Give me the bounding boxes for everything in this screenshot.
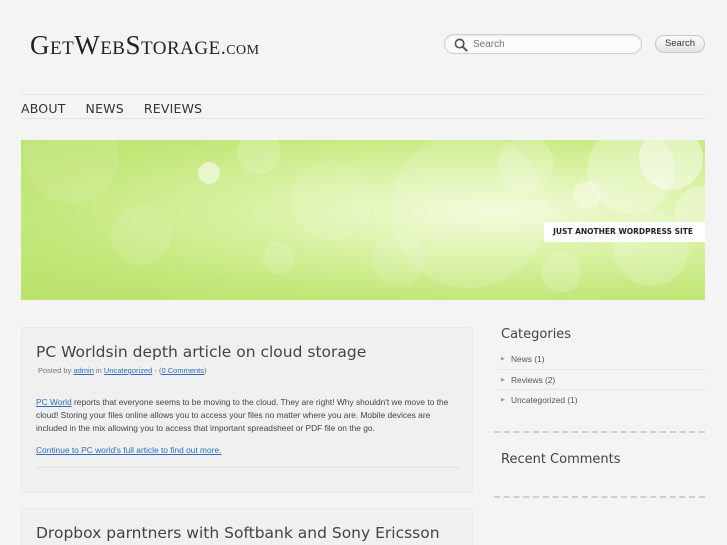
- nav-item-news[interactable]: News: [86, 101, 124, 116]
- read-more: Continue to PC world's full article to f…: [36, 445, 221, 455]
- search-icon: [454, 38, 468, 52]
- main-nav: About News Reviews: [21, 101, 202, 116]
- category-count: (2): [544, 374, 556, 385]
- nav-top-divider: [21, 94, 705, 95]
- post-meta: Posted by admin in Uncategorized - (0 Co…: [38, 366, 207, 375]
- header-banner: Just another WordPress site: [21, 140, 705, 300]
- meta-prefix: Posted by: [38, 366, 72, 375]
- category-link-news[interactable]: News: [511, 354, 532, 364]
- logo-suffix: .com: [220, 37, 260, 59]
- post-title[interactable]: PC Worldsin depth article on cloud stora…: [36, 343, 366, 361]
- post-body-text: reports that everyone seems to be moving…: [36, 397, 449, 433]
- post-excerpt: PC World reports that everyone seems to …: [36, 396, 462, 434]
- site-logo[interactable]: GetWebStorage.com: [30, 30, 260, 61]
- category-item: ▶ Reviews (2): [498, 370, 705, 390]
- search-button[interactable]: Search: [655, 35, 705, 53]
- nav-item-reviews[interactable]: Reviews: [144, 101, 202, 116]
- category-link-reviews[interactable]: Reviews: [511, 375, 543, 385]
- category-item: ▶ News (1): [498, 349, 705, 370]
- post-card: PC Worldsin depth article on cloud stora…: [21, 327, 473, 493]
- category-link-uncategorized[interactable]: Uncategorized: [511, 395, 565, 405]
- categories-heading: Categories: [501, 327, 572, 342]
- bokeh-decoration: [23, 140, 705, 292]
- logo-main: GetWebStorage: [30, 30, 221, 60]
- nav-item-about[interactable]: About: [21, 101, 66, 116]
- post-author-link[interactable]: admin: [73, 366, 93, 375]
- sidebar-divider: [494, 431, 705, 433]
- category-count: (1): [567, 395, 578, 405]
- search-input[interactable]: [473, 35, 638, 53]
- read-more-link[interactable]: Continue to PC world's full article to f…: [36, 445, 221, 455]
- recent-comments-heading: Recent Comments: [501, 452, 621, 467]
- post-card: Dropbox parntners with Softbank and Sony…: [21, 508, 473, 545]
- bullet-arrow-icon: ▶: [501, 356, 505, 362]
- site-tagline: Just another WordPress site: [544, 222, 705, 242]
- bullet-arrow-icon: ▶: [501, 397, 505, 403]
- meta-separator: -: [154, 366, 157, 375]
- comments-close: ): [204, 366, 207, 375]
- category-item: ▶ Uncategorized (1): [498, 390, 705, 411]
- sidebar-divider: [494, 496, 705, 498]
- post-title[interactable]: Dropbox parntners with Softbank and Sony…: [36, 524, 440, 542]
- categories-list: ▶ News (1) ▶ Reviews (2) ▶ Uncategorized (1…: [498, 349, 705, 411]
- nav-bottom-divider: [21, 118, 705, 119]
- post-category-link[interactable]: Uncategorized: [104, 366, 152, 375]
- category-count: (1): [534, 354, 545, 364]
- search-box[interactable]: [444, 34, 642, 54]
- bullet-arrow-icon: ▶: [501, 376, 505, 383]
- meta-in: in: [95, 366, 102, 375]
- pc-world-link[interactable]: PC World: [36, 397, 72, 407]
- post-divider: [36, 467, 460, 468]
- post-comments-link[interactable]: 0 Comments: [161, 366, 204, 375]
